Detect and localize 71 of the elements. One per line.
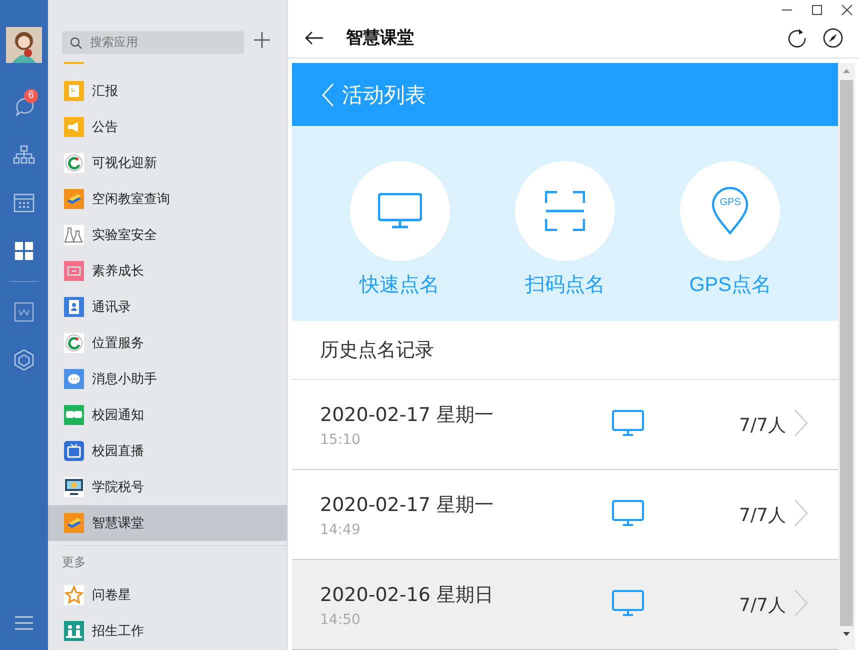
avatar[interactable] bbox=[6, 27, 42, 63]
app-list-item[interactable]: 校园通知 bbox=[48, 397, 287, 433]
page-title: 活动列表 bbox=[342, 82, 426, 108]
add-button[interactable] bbox=[254, 32, 270, 48]
record-date: 2020-02-17 星期一 bbox=[320, 402, 494, 428]
record-time: 15:10 bbox=[320, 432, 362, 448]
app-list-item[interactable]: 汇报 bbox=[48, 73, 287, 109]
app-list-item[interactable]: 学院税号 bbox=[48, 469, 287, 505]
book-icon bbox=[64, 513, 84, 533]
unread-badge: 6 bbox=[24, 89, 38, 103]
compass-button[interactable] bbox=[823, 28, 843, 48]
monitor-icon bbox=[378, 193, 422, 229]
location-pin-icon bbox=[711, 187, 750, 235]
monitor-icon bbox=[612, 410, 644, 436]
monitor-icon bbox=[64, 477, 84, 497]
chevron-icon bbox=[794, 498, 808, 526]
app-list-item[interactable]: 位置服务 bbox=[48, 325, 287, 361]
window-title: 智慧课堂 bbox=[346, 27, 415, 50]
w-square-icon bbox=[13, 301, 35, 323]
pin-label: GPS bbox=[720, 197, 741, 208]
close-button[interactable] bbox=[841, 4, 853, 16]
back-button[interactable] bbox=[304, 30, 324, 45]
tv-icon bbox=[64, 441, 84, 461]
app-list-item[interactable]: 校园直播 bbox=[48, 433, 287, 469]
grid-icon bbox=[13, 240, 35, 262]
app-list-item[interactable]: 问卷星 bbox=[48, 577, 287, 613]
section-heading: 更多 bbox=[61, 554, 87, 571]
attendance-count: 7/7人 bbox=[739, 594, 786, 616]
record-time: 14:50 bbox=[320, 612, 362, 628]
app-list-item[interactable]: 素养成长 bbox=[48, 253, 287, 289]
record-date: 2020-02-17 星期一 bbox=[320, 492, 494, 518]
app-list-item[interactable]: 消息小助手 bbox=[48, 361, 287, 397]
ring-logo-icon bbox=[64, 153, 84, 173]
app-list-item[interactable]: 空闲教室查询 bbox=[48, 181, 287, 217]
record-time: 14:49 bbox=[320, 522, 362, 538]
org-chart-icon bbox=[13, 144, 35, 166]
certificate-icon bbox=[64, 261, 84, 281]
chevron-icon bbox=[794, 588, 808, 616]
calendar-icon bbox=[13, 192, 35, 214]
megaphone-icon bbox=[64, 117, 84, 137]
app-list-item[interactable]: 通讯录 bbox=[48, 289, 287, 325]
menu-icon[interactable] bbox=[14, 616, 34, 630]
document-icon bbox=[64, 81, 84, 101]
monitor-icon bbox=[612, 500, 644, 526]
people-icon bbox=[64, 621, 84, 641]
book-icon bbox=[64, 189, 84, 209]
maximize-button[interactable] bbox=[811, 4, 823, 16]
star-icon bbox=[64, 585, 84, 605]
app-list-item[interactable]: 招生工作 bbox=[48, 613, 287, 649]
refresh-button[interactable] bbox=[787, 28, 807, 48]
history-row[interactable]: 2020-02-17 星期一 15:10 7/7人 bbox=[292, 380, 838, 470]
app-list-item[interactable]: 智慧课堂 bbox=[48, 505, 287, 541]
search-field[interactable]: 搜索应用 bbox=[62, 30, 244, 54]
search-icon bbox=[70, 36, 82, 48]
app-list-item[interactable]: 公告 bbox=[48, 109, 287, 145]
history-row[interactable]: 2020-02-16 星期日 14:50 7/7人 bbox=[292, 560, 838, 650]
attendance-count: 7/7人 bbox=[739, 414, 786, 436]
attendance-count: 7/7人 bbox=[739, 504, 786, 526]
chat-bubbles-icon bbox=[64, 405, 84, 425]
contact-card-icon bbox=[64, 297, 84, 317]
monitor-icon bbox=[612, 590, 644, 616]
chat-bubble-icon bbox=[64, 369, 84, 389]
app-list-item[interactable]: 实验室安全 bbox=[48, 217, 287, 253]
scan-icon bbox=[544, 191, 585, 231]
app-list-item[interactable]: 可视化迎新 bbox=[48, 145, 287, 181]
record-date: 2020-02-16 星期日 bbox=[320, 582, 494, 608]
hexagon-icon bbox=[13, 349, 35, 371]
ring-logo-icon bbox=[64, 333, 84, 353]
section-heading: 历史点名记录 bbox=[292, 321, 838, 380]
flask-icon bbox=[64, 225, 84, 245]
chevron-icon bbox=[794, 408, 808, 436]
